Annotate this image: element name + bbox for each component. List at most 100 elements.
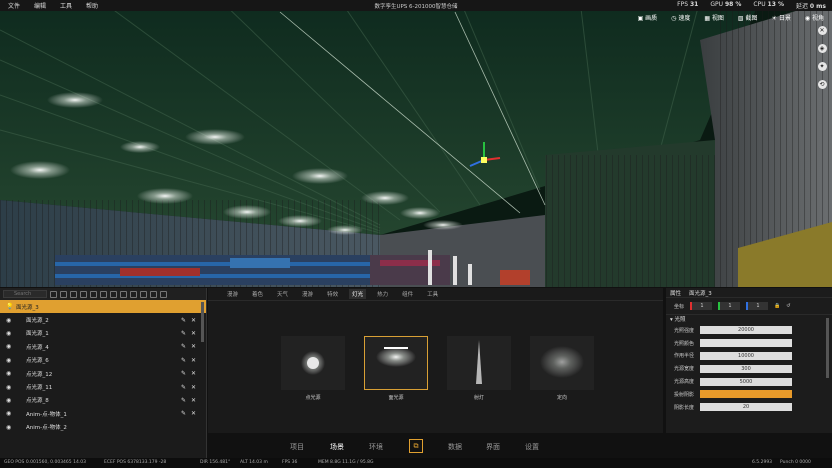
- width-field[interactable]: 300: [700, 364, 792, 373]
- height-field[interactable]: 5000: [700, 377, 792, 386]
- tab-lights[interactable]: 灯光: [349, 289, 367, 299]
- menu-edit[interactable]: 编辑: [34, 1, 46, 10]
- tab-effects[interactable]: 特效: [324, 289, 341, 299]
- tab-weather[interactable]: 天气: [274, 289, 291, 299]
- menu-help[interactable]: 帮助: [86, 1, 98, 10]
- asset-card-spotlight[interactable]: 射灯: [447, 336, 511, 401]
- layer-row[interactable]: ◉ Anim-点-物体_1 ✎ ✕: [0, 407, 206, 420]
- tab-tools[interactable]: 工具: [424, 289, 441, 299]
- close-icon[interactable]: ✕: [191, 384, 196, 391]
- layer-row[interactable]: 💡 面光源_3: [0, 300, 206, 314]
- eye-icon[interactable]: ◉: [6, 330, 14, 337]
- close-icon[interactable]: ✕: [191, 370, 196, 377]
- pos-z-field[interactable]: 1: [746, 302, 769, 310]
- quality-button[interactable]: ▣ 画质: [638, 13, 658, 22]
- search-input[interactable]: [3, 290, 47, 298]
- nav-environment[interactable]: 环境: [369, 442, 383, 452]
- nav-scene[interactable]: 场景: [330, 442, 344, 452]
- layer-row[interactable]: ◉ 点光源_12 ✎ ✕: [0, 367, 206, 380]
- cut-icon[interactable]: [70, 290, 77, 298]
- layer-row[interactable]: ◉ 点光源_11 ✎ ✕: [0, 380, 206, 393]
- eye-icon[interactable]: ◉: [6, 370, 14, 377]
- intensity-field[interactable]: 20000: [700, 326, 792, 335]
- tab-shading[interactable]: 着色: [249, 289, 266, 299]
- lock-icon[interactable]: [110, 290, 117, 298]
- filter-icon[interactable]: [130, 290, 137, 298]
- close-icon[interactable]: ✕: [191, 357, 196, 364]
- pos-y-field[interactable]: 1: [718, 302, 741, 310]
- tab-roam[interactable]: 漫游: [224, 289, 241, 299]
- asset-card-area-light[interactable]: 面光源: [364, 336, 428, 401]
- view-button[interactable]: ▦ 视图: [704, 13, 724, 22]
- eye-icon[interactable]: ◉: [6, 424, 14, 431]
- lighting-section-header[interactable]: ▾ 光照: [666, 314, 832, 324]
- radius-field[interactable]: 10000: [700, 351, 792, 360]
- color-swatch[interactable]: [700, 339, 792, 348]
- edit-icon[interactable]: ✎: [181, 317, 186, 324]
- menu-file[interactable]: 文件: [8, 1, 20, 10]
- edit-icon[interactable]: ✎: [181, 330, 186, 337]
- layer-row[interactable]: ◉ Anim-点-物体_2: [0, 421, 206, 434]
- edit-icon[interactable]: ✎: [181, 397, 186, 404]
- layer-row[interactable]: ◉ 点光源_8 ✎ ✕: [0, 394, 206, 407]
- nav-project[interactable]: 项目: [290, 442, 304, 452]
- nav-data[interactable]: 数据: [448, 442, 462, 452]
- close-icon[interactable]: ✕: [191, 330, 196, 337]
- eye-icon[interactable]: ◉: [6, 397, 14, 404]
- edit-icon[interactable]: ✎: [181, 410, 186, 417]
- hide-icon[interactable]: [120, 290, 127, 298]
- camera-angle-button[interactable]: ◉ 视角: [805, 13, 824, 22]
- 3d-viewport[interactable]: 文件 编辑 工具 帮助 数字孪生UPS 6-201000智慧仓储 FPS 31 …: [0, 0, 832, 287]
- tab-components[interactable]: 组件: [399, 289, 416, 299]
- compass-icon[interactable]: ◈: [817, 44, 827, 53]
- close-icon[interactable]: ✕: [191, 343, 196, 350]
- bottom-navigation: 项目 场景 环境 ⧉ 数据 界面 设置: [208, 436, 663, 458]
- add-icon[interactable]: [50, 290, 57, 298]
- eye-icon[interactable]: ◉: [6, 343, 14, 350]
- layer-row[interactable]: ◉ 面光源_1 ✎ ✕: [0, 327, 206, 340]
- asset-card-directional[interactable]: 定向: [530, 336, 594, 401]
- daylight-button[interactable]: ☀ 日景: [772, 13, 791, 22]
- orbit-icon[interactable]: ⟲: [817, 80, 827, 89]
- edit-icon[interactable]: ✎: [181, 343, 186, 350]
- link-icon[interactable]: [100, 290, 107, 298]
- scrollbar[interactable]: [201, 302, 204, 342]
- shadow-length-field[interactable]: 20: [700, 403, 792, 412]
- lock-icon[interactable]: 🔒: [774, 303, 780, 309]
- eye-icon[interactable]: ◉: [6, 384, 14, 391]
- layer-row[interactable]: ◉ 点光源_6 ✎ ✕: [0, 354, 206, 367]
- menu-tools[interactable]: 工具: [60, 1, 72, 10]
- eye-icon[interactable]: ◉: [6, 317, 14, 324]
- eye-icon[interactable]: ◉: [6, 357, 14, 364]
- close-icon[interactable]: ✕: [191, 317, 196, 324]
- edit-icon[interactable]: ✎: [181, 357, 186, 364]
- close-icon[interactable]: ✕: [817, 26, 827, 35]
- close-icon[interactable]: ✕: [191, 410, 196, 417]
- layer-row[interactable]: ◉ 面光源_2 ✎ ✕: [0, 313, 206, 326]
- speed-button[interactable]: ◷ 速度: [671, 13, 690, 22]
- sort-icon[interactable]: [140, 290, 147, 298]
- copy-icon[interactable]: [60, 290, 67, 298]
- group-icon[interactable]: [90, 290, 97, 298]
- pos-x-field[interactable]: 1: [690, 302, 713, 310]
- reset-icon[interactable]: ↺: [786, 303, 790, 309]
- screenshot-button[interactable]: ▧ 截图: [738, 13, 758, 22]
- nav-interface[interactable]: 界面: [486, 442, 500, 452]
- layer-row[interactable]: ◉ 点光源_4 ✎ ✕: [0, 340, 206, 353]
- shadow-toggle[interactable]: [700, 390, 792, 399]
- nav-settings[interactable]: 设置: [525, 442, 539, 452]
- tab-roam-2[interactable]: 漫游: [299, 289, 316, 299]
- eye-icon[interactable]: ◉: [6, 410, 14, 417]
- delete-icon[interactable]: [150, 290, 157, 298]
- tab-heatmap[interactable]: 热力: [374, 289, 391, 299]
- app-logo-icon[interactable]: ⧉: [409, 439, 423, 453]
- properties-tab[interactable]: 属性: [670, 289, 681, 297]
- edit-icon[interactable]: ✎: [181, 370, 186, 377]
- navigate-icon[interactable]: ✦: [817, 62, 827, 71]
- folder-icon[interactable]: [80, 290, 87, 298]
- close-icon[interactable]: ✕: [191, 397, 196, 404]
- asset-card-point-light[interactable]: 点光源: [281, 336, 345, 401]
- scrollbar[interactable]: [826, 318, 829, 378]
- edit-icon[interactable]: ✎: [181, 384, 186, 391]
- collapse-icon[interactable]: [160, 290, 167, 298]
